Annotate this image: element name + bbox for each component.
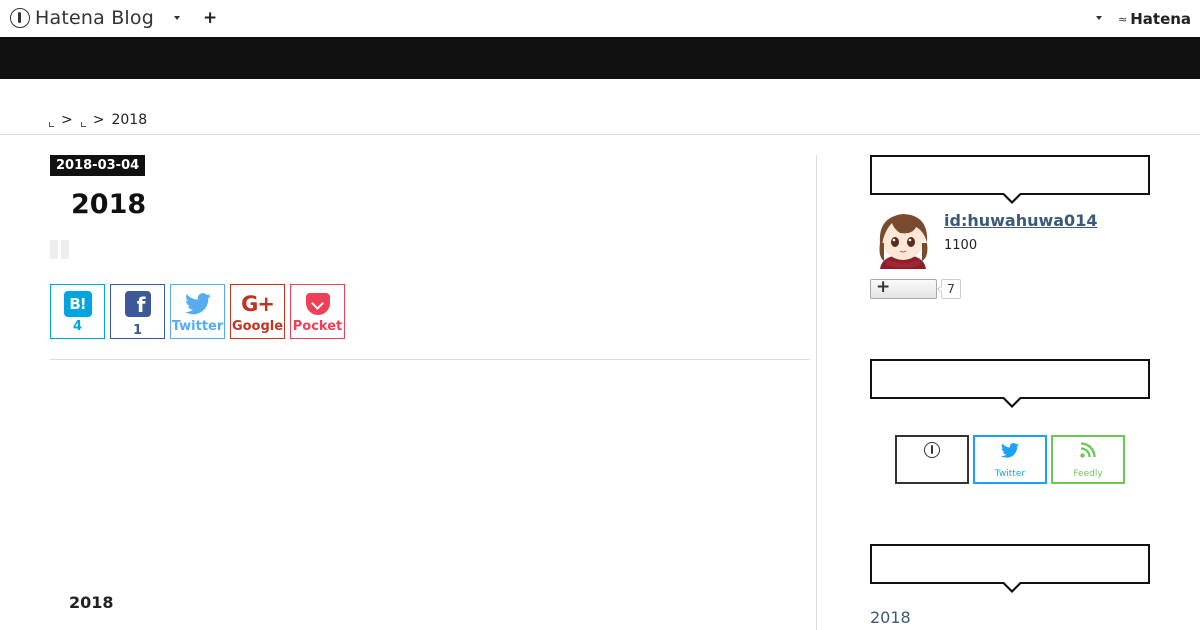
subscribe-feedly-label: Feedly (1073, 469, 1103, 479)
global-header: Hatena Blog + ≈ Hatena (0, 0, 1200, 37)
follower-count: 7 (941, 279, 961, 299)
hatena-icon (924, 442, 940, 458)
avatar[interactable] (872, 209, 934, 271)
rss-feed-icon (1080, 442, 1096, 458)
subscribe-twitter-button[interactable]: Twitter (973, 435, 1047, 484)
hatena-blog-logo-icon (10, 8, 30, 28)
account-caret-down-icon[interactable] (1093, 11, 1105, 23)
sidebar-profile-title (870, 155, 1150, 204)
logo-text: Hatena Blog (35, 7, 154, 29)
pocket-icon (305, 292, 330, 315)
column-divider (816, 155, 817, 630)
twitter-icon (1001, 442, 1019, 458)
plus-icon[interactable]: + (203, 8, 217, 28)
profile-count: 1100 (944, 238, 978, 253)
profile-id-link[interactable]: id:huwahuwa014 (944, 211, 1097, 230)
entry-date[interactable]: 2018-03-04 (50, 155, 146, 176)
archive-heading: 2018 (69, 593, 114, 612)
breadcrumb: > > 2018 (48, 112, 147, 128)
facebook-icon: f (124, 290, 151, 317)
hatena-logo[interactable]: ≈ Hatena (1118, 10, 1191, 28)
follow-button[interactable] (870, 277, 937, 299)
pause-icon (50, 240, 70, 259)
breadcrumb-current: 2018 (111, 112, 148, 128)
breadcrumb-separator: > (92, 112, 105, 128)
blog-header (0, 37, 1200, 79)
breadcrumb-link-home[interactable] (48, 113, 54, 127)
archive-link-2018[interactable]: 2018 (870, 608, 911, 627)
hatena-bookmark-icon: B! (63, 290, 92, 317)
subscribe-twitter-label: Twitter (994, 469, 1026, 479)
breadcrumb-separator: > (61, 112, 73, 128)
hatena-bookmark-count: 4 (72, 319, 83, 334)
sidebar-subscribe-title (870, 359, 1150, 408)
hatena-logo-text: Hatena (1130, 10, 1192, 28)
breadcrumb-divider (0, 134, 1200, 135)
pocket-share-label: Pocket (292, 319, 343, 334)
twitter-share-label: Twitter (171, 319, 224, 334)
breadcrumb-link-archive[interactable] (80, 113, 86, 127)
caret-down-icon[interactable] (171, 11, 183, 23)
google-plus-share-button[interactable]: G+ Google (230, 284, 285, 339)
pocket-share-button[interactable]: Pocket (290, 284, 345, 339)
subscribe-feedly-button[interactable]: Feedly (1051, 435, 1125, 484)
hatena-bookmark-share-button[interactable]: B! 4 (50, 284, 105, 339)
google-share-label: Google (231, 319, 284, 334)
google-plus-icon: G+ (241, 291, 275, 316)
twitter-share-button[interactable]: Twitter (170, 284, 225, 339)
entry-title[interactable]: 2018 (71, 189, 146, 220)
twitter-icon (184, 292, 211, 314)
facebook-count: 1 (132, 323, 143, 338)
sidebar-archive-title (870, 544, 1150, 593)
facebook-share-button[interactable]: f 1 (110, 284, 165, 339)
entry-divider (50, 359, 810, 360)
subscribe-hatena-button[interactable] (895, 435, 969, 484)
hatena-blog-logo[interactable]: Hatena Blog (10, 7, 154, 29)
hatena-bird-icon: ≈ (1118, 12, 1128, 26)
